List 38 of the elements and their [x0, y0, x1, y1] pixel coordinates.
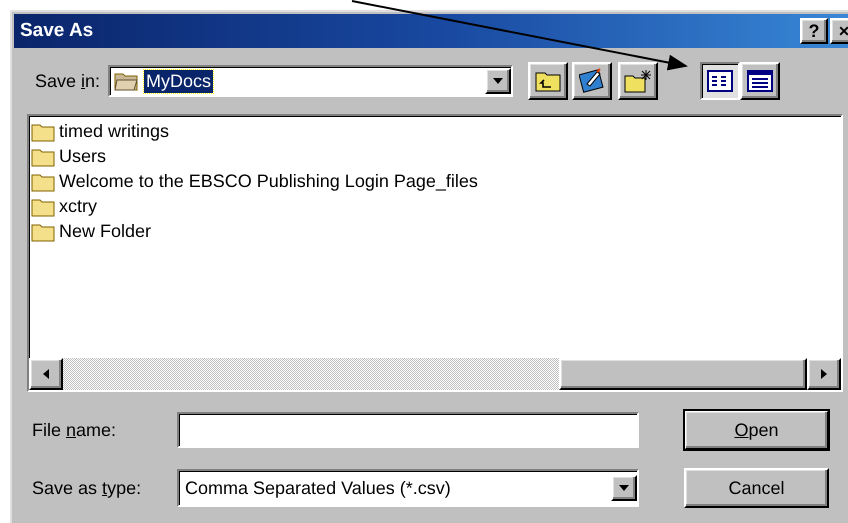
list-view-icon [707, 70, 734, 92]
folder-icon [31, 172, 55, 192]
details-view-icon [747, 70, 774, 92]
folder-item[interactable]: timed writings [59, 121, 170, 142]
save-in-dropdown[interactable]: MyDocs [108, 65, 514, 97]
folder-icon [31, 196, 55, 216]
file-name-label: File name: [32, 420, 118, 440]
folder-item[interactable]: Users [59, 146, 106, 167]
folder-item[interactable]: New Folder [59, 221, 152, 242]
save-as-type-label: Save as type: [32, 478, 142, 498]
open-button[interactable]: Open [684, 410, 829, 450]
file-name-field[interactable] [177, 412, 639, 448]
scrollbar-thumb[interactable] [559, 358, 807, 390]
left-arrow-icon [43, 369, 49, 379]
help-button[interactable]: ? [800, 18, 828, 44]
dropdown-button[interactable] [485, 68, 512, 94]
window-title: Save As [20, 20, 94, 42]
caret-icon [493, 78, 504, 84]
caret-icon [619, 485, 629, 491]
folder-item[interactable]: Welcome to the EBSCO Publishing Login Page_files [59, 171, 478, 192]
save-as-type-dropdown[interactable]: Comma Separated Values (*.csv) [177, 469, 639, 507]
folder-icon [31, 146, 55, 166]
cancel-button[interactable]: Cancel [684, 468, 829, 508]
desktop-icon [579, 68, 606, 94]
folder-item[interactable]: xctry [59, 196, 97, 217]
folder-icon [31, 122, 55, 142]
scroll-left-button[interactable] [29, 358, 63, 390]
folder-icon [31, 222, 55, 242]
save-as-type-value: Comma Separated Values (*.csv) [185, 478, 451, 498]
open-folder-icon [114, 71, 138, 91]
new-folder-icon [624, 69, 652, 93]
dropdown-button[interactable] [611, 475, 637, 501]
folder-up-icon [535, 70, 562, 92]
save-in-value: MyDocs [144, 70, 214, 92]
right-arrow-icon [821, 369, 827, 379]
save-in-label: Save in: [35, 70, 100, 92]
scroll-right-button[interactable] [807, 358, 841, 390]
toolbar-button[interactable] [700, 62, 740, 100]
